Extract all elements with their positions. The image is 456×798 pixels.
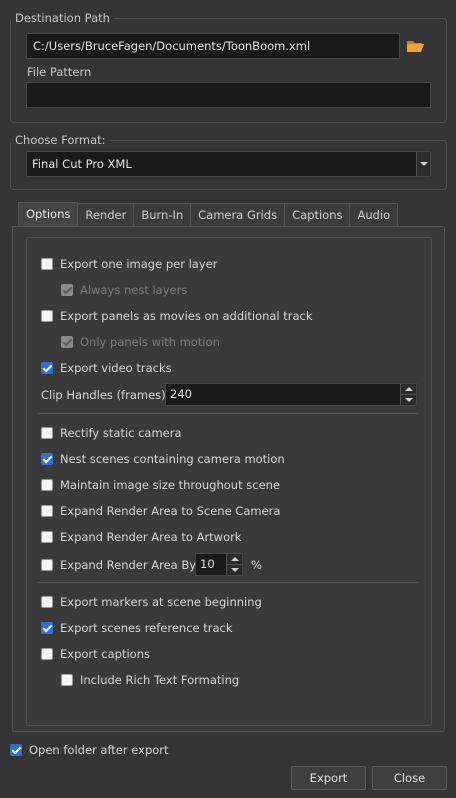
export-panels-movies-checkbox[interactable]: [41, 310, 53, 322]
expand-by-label: Expand Render Area By:: [60, 558, 200, 572]
clip-handles-spinbox[interactable]: 240: [165, 383, 417, 406]
tab-audio[interactable]: Audio: [349, 203, 399, 226]
export-video-tracks-label: Export video tracks: [60, 361, 172, 375]
clip-handles-stepper[interactable]: [400, 384, 416, 405]
export-scenes-ref-option[interactable]: Export scenes reference track: [41, 620, 233, 636]
export-captions-checkbox[interactable]: [41, 648, 53, 660]
export-video-tracks-checkbox[interactable]: [41, 362, 53, 374]
tab-bar: Options Render Burn-In Camera Grids Capt…: [18, 202, 399, 226]
expand-by-option[interactable]: Expand Render Area By:: [41, 557, 199, 573]
maintain-image-size-label: Maintain image size throughout scene: [60, 478, 281, 492]
decrement-arrow-icon[interactable]: [227, 565, 242, 576]
expand-artwork-checkbox[interactable]: [41, 531, 53, 543]
expand-scene-camera-checkbox[interactable]: [41, 505, 53, 517]
expand-by-spinbox[interactable]: 10: [195, 553, 243, 576]
expand-by-checkbox[interactable]: [41, 559, 53, 571]
rich-text-option[interactable]: Include Rich Text Formating: [61, 672, 239, 688]
separator-2: [38, 582, 418, 583]
separator-1: [38, 413, 418, 414]
expand-artwork-option[interactable]: Expand Render Area to Artwork: [41, 529, 242, 545]
always-nest-checkbox: [61, 284, 73, 296]
format-dropdown[interactable]: Final Cut Pro XML: [26, 151, 431, 177]
destination-path-title: Destination Path: [11, 11, 114, 25]
rich-text-label: Include Rich Text Formating: [80, 673, 240, 687]
export-one-image-label: Export one image per layer: [60, 257, 218, 271]
open-folder-option[interactable]: Open folder after export: [10, 742, 169, 758]
rectify-static-option[interactable]: Rectify static camera: [41, 425, 182, 441]
only-panels-motion-option: Only panels with motion: [61, 334, 220, 350]
export-panels-movies-label: Export panels as movies on additional tr…: [60, 309, 313, 323]
increment-arrow-icon[interactable]: [401, 384, 416, 395]
close-button[interactable]: Close: [372, 766, 447, 790]
always-nest-label: Always nest layers: [80, 283, 188, 297]
only-panels-motion-label: Only panels with motion: [80, 335, 220, 349]
open-folder-checkbox[interactable]: [10, 744, 22, 756]
export-markers-label: Export markers at scene beginning: [60, 595, 262, 609]
export-markers-option[interactable]: Export markers at scene beginning: [41, 594, 262, 610]
increment-arrow-icon[interactable]: [227, 554, 242, 565]
export-markers-checkbox[interactable]: [41, 596, 53, 608]
only-panels-motion-checkbox: [61, 336, 73, 348]
format-selected-value: Final Cut Pro XML: [32, 157, 132, 171]
expand-by-unit: %: [251, 558, 262, 572]
folder-open-icon[interactable]: [406, 38, 426, 57]
rich-text-checkbox[interactable]: [61, 674, 73, 686]
always-nest-option: Always nest layers: [61, 282, 187, 298]
tab-render[interactable]: Render: [77, 203, 135, 226]
chevron-down-icon[interactable]: [416, 152, 430, 176]
rectify-static-checkbox[interactable]: [41, 427, 53, 439]
clip-handles-value[interactable]: 240: [170, 387, 192, 401]
destination-path-input[interactable]: C:/Users/BruceFagen/Documents/ToonBoom.x…: [26, 33, 400, 59]
expand-by-unit-row: %: [251, 557, 262, 573]
tab-captions[interactable]: Captions: [284, 203, 351, 226]
expand-by-stepper[interactable]: [226, 554, 242, 575]
clip-handles-row: Clip Handles (frames):: [41, 387, 170, 403]
options-panel: Export one image per layer Always nest l…: [12, 226, 445, 732]
export-one-image-checkbox[interactable]: [41, 258, 53, 270]
clip-handles-label: Clip Handles (frames):: [41, 388, 170, 402]
export-scenes-ref-label: Export scenes reference track: [60, 621, 233, 635]
decrement-arrow-icon[interactable]: [401, 395, 416, 406]
export-captions-label: Export captions: [60, 647, 150, 661]
maintain-image-size-option[interactable]: Maintain image size throughout scene: [41, 477, 280, 493]
nest-scenes-label: Nest scenes containing camera motion: [60, 452, 285, 466]
export-button[interactable]: Export: [291, 766, 366, 790]
nest-scenes-checkbox[interactable]: [41, 453, 53, 465]
expand-artwork-label: Expand Render Area to Artwork: [60, 530, 242, 544]
export-video-tracks-option[interactable]: Export video tracks: [41, 360, 172, 376]
export-captions-option[interactable]: Export captions: [41, 646, 150, 662]
tab-options[interactable]: Options: [18, 202, 79, 226]
expand-by-value[interactable]: 10: [200, 557, 215, 571]
open-folder-label: Open folder after export: [29, 743, 169, 757]
choose-format-title: Choose Format:: [11, 133, 110, 147]
tab-camera-grids[interactable]: Camera Grids: [190, 203, 286, 226]
export-scenes-ref-checkbox[interactable]: [41, 622, 53, 634]
tab-burn-in[interactable]: Burn-In: [133, 203, 192, 226]
file-pattern-label: File Pattern: [27, 65, 92, 79]
nest-scenes-option[interactable]: Nest scenes containing camera motion: [41, 451, 285, 467]
export-panels-movies-option[interactable]: Export panels as movies on additional tr…: [41, 308, 313, 324]
rectify-static-label: Rectify static camera: [60, 426, 182, 440]
file-pattern-input[interactable]: [26, 82, 431, 108]
maintain-image-size-checkbox[interactable]: [41, 479, 53, 491]
expand-scene-camera-option[interactable]: Expand Render Area to Scene Camera: [41, 503, 280, 519]
export-one-image-option[interactable]: Export one image per layer: [41, 256, 217, 272]
expand-scene-camera-label: Expand Render Area to Scene Camera: [60, 504, 281, 518]
